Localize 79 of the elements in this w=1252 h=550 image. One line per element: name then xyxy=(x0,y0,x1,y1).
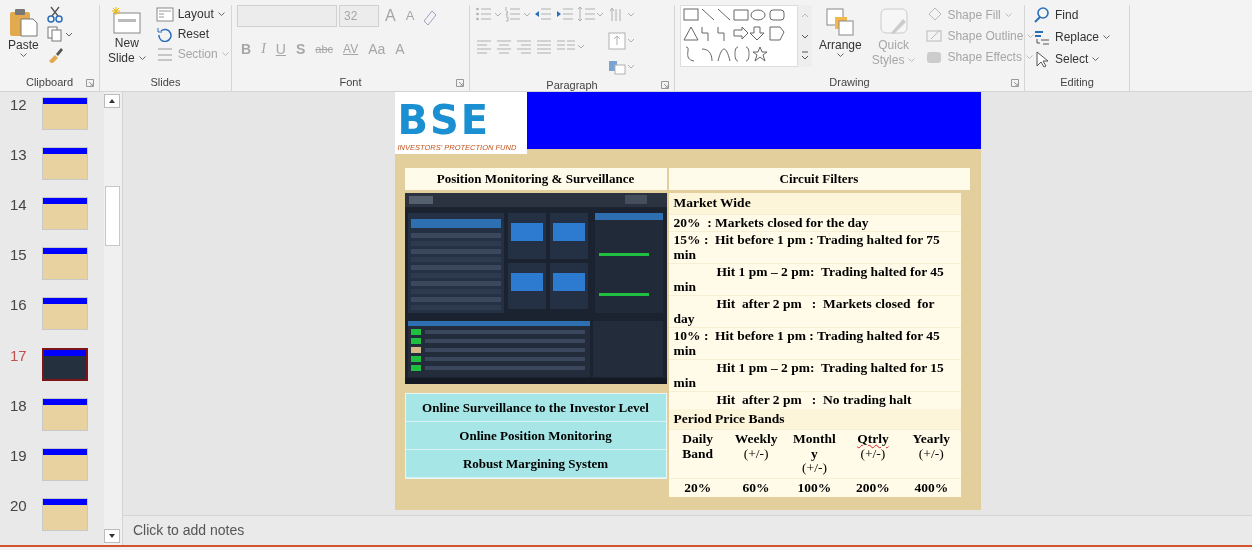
feature-label: Robust Margining System xyxy=(405,450,666,478)
column-header: Yearly (+/-) xyxy=(902,429,961,478)
align-text-icon[interactable] xyxy=(608,31,635,51)
column-header: Qtrly (+/-) xyxy=(843,429,903,478)
align-right-icon[interactable] xyxy=(515,37,533,55)
section-title: Period Price Bands xyxy=(668,408,961,429)
reset-icon xyxy=(155,26,174,42)
new-slide-icon xyxy=(111,7,142,35)
new-slide-button[interactable]: New Slide xyxy=(105,5,149,67)
circuit-rule: Hit after 2 pm : No trading halt xyxy=(668,391,961,409)
section-title: Market Wide xyxy=(668,193,961,214)
slide-number: 19 xyxy=(10,445,28,466)
dialog-launcher-icon[interactable] xyxy=(86,78,94,87)
logo-mark: BSE xyxy=(397,97,492,142)
increase-indent-icon[interactable] xyxy=(555,5,575,23)
slide-command[interactable]: Reset xyxy=(152,25,232,43)
band-value: 60% xyxy=(726,477,786,497)
caret-icon xyxy=(836,53,844,57)
circuit-rule: Hit after 2 pm : Markets closed for day xyxy=(668,295,961,327)
scroll-down-icon[interactable] xyxy=(104,529,121,543)
replace-icon xyxy=(1033,28,1051,46)
decrease-indent-icon[interactable] xyxy=(533,5,553,23)
group-label: Paragraph xyxy=(545,78,599,93)
circuit-rule: 10% : Hit before 1 pm : Trading halted for 45 min xyxy=(668,327,961,359)
copy-icon[interactable] xyxy=(45,25,72,43)
scissors-icon[interactable] xyxy=(45,5,64,23)
feature-label: Online Surveillance to the Investor Level xyxy=(405,394,666,422)
search-icon xyxy=(1033,6,1051,24)
caret-icon xyxy=(1004,12,1012,17)
line-spacing-icon[interactable] xyxy=(577,5,604,23)
arrange-button[interactable]: Arrange xyxy=(816,5,865,59)
circuit-rule: 15% : Hit before 1 pm : Trading halted for 75 min xyxy=(668,231,961,263)
group-label: Editing xyxy=(1059,75,1095,91)
layout-icon xyxy=(155,6,174,22)
group-label: Font xyxy=(338,75,363,91)
band-value: 20% xyxy=(668,477,727,497)
caret-icon xyxy=(1025,54,1033,59)
group-label: Clipboard xyxy=(24,75,75,91)
group-label: Drawing xyxy=(828,75,871,91)
circuit-rule: Hit 1 pm – 2 pm: Trading halted for 15 min xyxy=(668,359,961,391)
section-icon xyxy=(155,46,174,62)
slide-command[interactable]: Layout xyxy=(152,5,232,23)
column-header: Monthly (+/-) xyxy=(785,429,844,478)
select-button[interactable]: Select xyxy=(1030,49,1114,69)
notes-placeholder[interactable]: Click to add notes xyxy=(133,520,245,541)
column-header: Daily Band xyxy=(668,429,727,478)
slide-number: 17 xyxy=(10,345,28,366)
pointer-icon xyxy=(1033,50,1051,68)
slide-number: 12 xyxy=(10,95,28,115)
scrollbar-thumb[interactable] xyxy=(105,186,121,246)
band-value: 400% xyxy=(902,477,961,497)
slide-number: 13 xyxy=(10,145,28,166)
quick-styles-icon xyxy=(878,7,909,37)
band-value: 200% xyxy=(843,477,903,497)
slide-number: 18 xyxy=(10,395,28,416)
arrange-icon xyxy=(825,7,856,37)
slide-number: 15 xyxy=(10,245,28,266)
slide-number: 20 xyxy=(10,495,28,516)
dialog-launcher-icon[interactable] xyxy=(1011,78,1019,87)
column-header: Weekly (+/-) xyxy=(726,429,786,478)
shapes-gallery-drawing[interactable] xyxy=(680,5,798,67)
circuit-rule: Hit 1 pm – 2 pm: Trading halted for 45 min xyxy=(668,263,961,295)
caret-icon xyxy=(1027,33,1035,38)
band-value: 100% xyxy=(785,477,844,497)
circuit-rule: 20% : Markets closed for the day xyxy=(668,213,961,231)
align-center-icon[interactable] xyxy=(495,37,513,55)
panel-heading: Position Monitoring & Surveillance xyxy=(404,168,667,190)
slide-number: 14 xyxy=(10,195,28,216)
caret-icon xyxy=(908,58,916,62)
paste-button[interactable]: Paste xyxy=(5,5,42,59)
slide-thumbnail[interactable] xyxy=(42,347,88,381)
feature-label: Online Position Monitoring xyxy=(405,422,666,450)
align-left-icon[interactable] xyxy=(475,37,493,55)
panel-heading: Circuit Filters xyxy=(668,168,970,190)
clipboard-icon xyxy=(8,7,39,37)
slide-number: 16 xyxy=(10,295,28,316)
group-label: Slides xyxy=(149,75,182,91)
justify-icon[interactable] xyxy=(535,37,553,55)
scroll-up-icon[interactable] xyxy=(104,94,121,108)
